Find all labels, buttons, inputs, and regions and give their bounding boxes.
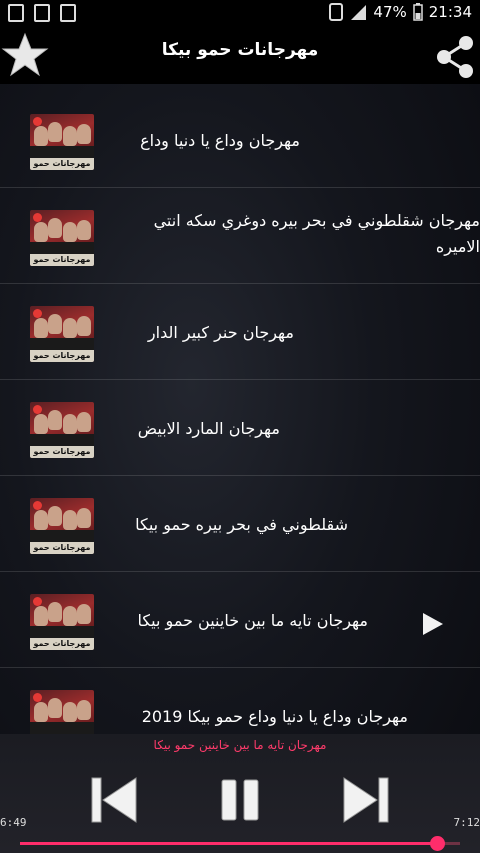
track-row-4[interactable]: مهرجانات حمو بيكا مهرجان المارد الابيض xyxy=(0,380,480,476)
track-row-5[interactable]: مهرجانات حمو بيكا شقلطوني في بحر بيره حم… xyxy=(0,476,480,572)
track-title: مهرجان وداع يا دنيا وداع حمو بيكا 2019 xyxy=(141,707,408,726)
track-row-1[interactable]: مهرجانات حمو بيكا مهرجان وداع يا دنيا ود… xyxy=(0,92,480,188)
total-duration: 7:12 xyxy=(453,816,480,829)
pause-icon xyxy=(221,779,259,821)
clock: 21:34 xyxy=(428,3,472,21)
status-bar: 47% 21:34 xyxy=(0,0,480,28)
track-title: مهرجان وداع يا دنيا وداع xyxy=(140,131,300,150)
battery-percent: 47% xyxy=(373,3,407,21)
page-title: مهرجانات حمو بيكا xyxy=(161,40,319,60)
sim-icon xyxy=(329,3,344,21)
track-thumbnail: مهرجانات حمو بيكا xyxy=(30,114,94,170)
track-thumbnail: مهرجانات حمو بيكا xyxy=(30,402,94,458)
player-bar: مهرجان تايه ما بين خاينين حمو بيكا 6:49 … xyxy=(0,734,480,853)
track-thumbnail: مهرجانات حمو بيكا xyxy=(30,210,94,266)
track-thumbnail: مهرجانات حمو بيكا xyxy=(30,690,94,734)
battery-icon xyxy=(413,3,423,21)
skip-previous-icon xyxy=(91,777,137,823)
track-title: مهرجان شقلطوني في بحر بيره دوغري سكه انت… xyxy=(153,211,480,256)
signal-icon xyxy=(351,5,367,20)
track-thumbnail: مهرجانات حمو بيكا xyxy=(30,306,94,362)
seek-bar[interactable] xyxy=(20,836,460,851)
file-notification-icon xyxy=(34,4,50,22)
skip-next-icon xyxy=(343,777,389,823)
share-button[interactable] xyxy=(430,34,480,80)
gallery-notification-icon xyxy=(8,4,24,22)
now-playing-title: مهرجان تايه ما بين خاينين حمو بيكا xyxy=(153,738,327,752)
pause-button[interactable] xyxy=(214,774,266,826)
seek-progress xyxy=(20,842,438,845)
previous-button[interactable] xyxy=(88,774,140,826)
track-thumbnail: مهرجانات حمو بيكا xyxy=(30,594,94,650)
share-icon xyxy=(437,36,473,78)
track-list[interactable]: مهرجانات حمو بيكا مهرجان وداع يا دنيا ود… xyxy=(0,84,480,734)
track-title: شقلطوني في بحر بيره حمو بيكا xyxy=(135,515,348,534)
notification-icons xyxy=(8,4,76,22)
track-row-3[interactable]: مهرجانات حمو بيكا مهرجان حنر كبير الدار xyxy=(0,284,480,380)
track-row-6[interactable]: مهرجانات حمو بيكا مهرجان تايه ما بين خاي… xyxy=(0,572,480,668)
play-icon[interactable] xyxy=(420,612,444,636)
check-notification-icon xyxy=(60,4,76,22)
track-row-2[interactable]: مهرجانات حمو بيكا مهرجان شقلطوني في بحر … xyxy=(0,188,480,284)
next-button[interactable] xyxy=(340,774,392,826)
track-title: مهرجان حنر كبير الدار xyxy=(147,323,294,342)
track-title: مهرجان تايه ما بين خاينين حمو بيكا xyxy=(137,611,368,630)
track-thumbnail: مهرجانات حمو بيكا xyxy=(30,498,94,554)
track-row-7[interactable]: مهرجانات حمو بيكا مهرجان وداع يا دنيا ود… xyxy=(0,668,480,734)
system-status: 47% 21:34 xyxy=(329,3,472,21)
app-bar: مهرجانات حمو بيكا xyxy=(0,28,480,84)
track-title: مهرجان المارد الابيض xyxy=(137,419,280,438)
seek-handle[interactable] xyxy=(430,836,446,851)
elapsed-time: 6:49 xyxy=(0,816,27,829)
